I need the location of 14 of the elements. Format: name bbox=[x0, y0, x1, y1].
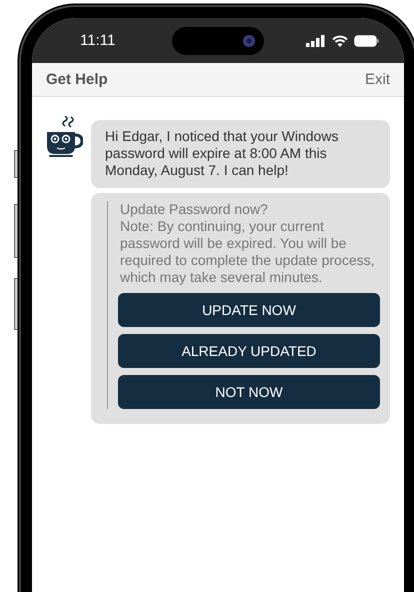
signal-icon bbox=[306, 34, 326, 46]
header-title: Get Help bbox=[46, 71, 108, 88]
chat-bubble: Hi Edgar, I noticed that your Windows password will expire at 8:00 AM this Monday, August 7. I can help! bbox=[91, 120, 390, 188]
action-button[interactable]: NOT NOW bbox=[118, 375, 380, 409]
status-time: 11:11 bbox=[80, 32, 116, 49]
camera-notch-icon bbox=[172, 26, 264, 54]
action-button[interactable]: UPDATE NOW bbox=[118, 293, 380, 327]
prompt-note: Note: By continuing, your current password will be expired. You will be required to complete the update process, which may take several minutes. bbox=[120, 218, 376, 286]
prompt-title: Update Password now? bbox=[120, 201, 269, 218]
wifi-icon bbox=[332, 34, 348, 46]
coffee-cup-avatar-icon bbox=[45, 116, 83, 158]
action-button[interactable]: ALREADY UPDATED bbox=[118, 334, 380, 368]
exit-button[interactable]: Exit bbox=[364, 71, 390, 88]
battery-icon bbox=[354, 34, 380, 46]
